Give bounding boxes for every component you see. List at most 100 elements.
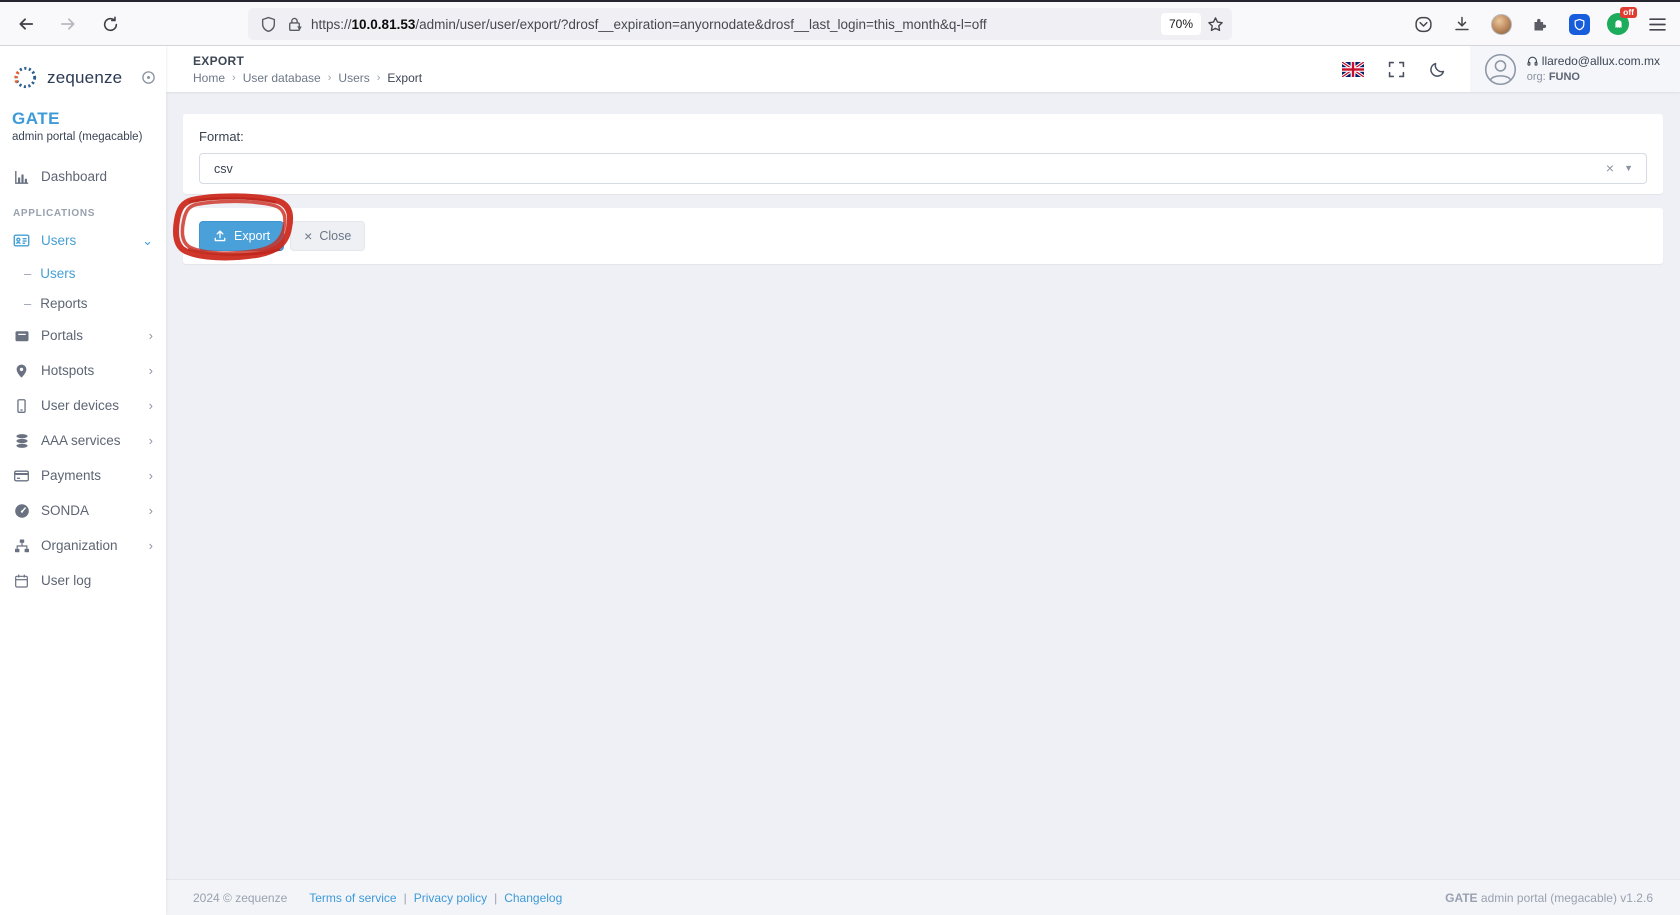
back-button[interactable] (10, 8, 42, 40)
sidebar-item-label: Users (41, 233, 76, 248)
hamburger-menu-icon (1649, 17, 1666, 32)
zequenze-logo-icon (12, 64, 39, 91)
user-info: llaredo@allux.com.mx org: FUNO (1527, 54, 1660, 84)
profile-extension-button[interactable] (1486, 9, 1516, 39)
map-pin-icon (13, 363, 30, 379)
sidebar-item-users-group[interactable]: Users ⌄ (0, 223, 166, 258)
sidebar-item-portals[interactable]: Portals › (0, 318, 166, 353)
pocket-icon (1414, 15, 1433, 34)
sitemap-icon (13, 538, 30, 554)
sidebar-item-label: Dashboard (41, 169, 107, 184)
sidebar-item-user-log[interactable]: User log (0, 563, 166, 598)
breadcrumb-users[interactable]: Users (338, 71, 369, 85)
breadcrumb-home[interactable]: Home (193, 71, 225, 85)
fullscreen-icon (1388, 61, 1405, 78)
extensions-button[interactable] (1525, 9, 1555, 39)
app-name: GATE (12, 109, 154, 129)
menu-button[interactable] (1642, 9, 1672, 39)
footer-separator: | (494, 891, 497, 905)
credit-card-icon (13, 468, 30, 484)
fullscreen-button[interactable] (1388, 61, 1405, 78)
bitwarden-shield-icon (1569, 14, 1590, 35)
sidebar-pin-icon[interactable] (141, 70, 156, 85)
chevron-right-icon: › (149, 503, 153, 518)
breadcrumb-separator: › (232, 72, 236, 84)
sidebar-item-hotspots[interactable]: Hotspots › (0, 353, 166, 388)
app-identity: GATE admin portal (megacable) (0, 99, 166, 143)
lock-warning-icon[interactable] (286, 16, 303, 33)
uk-flag-icon (1342, 62, 1364, 77)
breadcrumb-export: Export (387, 71, 422, 85)
language-flag-button[interactable] (1342, 62, 1364, 77)
format-select[interactable]: csv × ▼ (199, 153, 1647, 184)
url-host: 10.0.81.53 (352, 17, 416, 32)
sidebar-item-sonda[interactable]: SONDA › (0, 493, 166, 528)
sidebar-item-user-devices[interactable]: User devices › (0, 388, 166, 423)
nav-section-label: APPLICATIONS (0, 194, 166, 223)
header-title-block: EXPORT Home › User database › Users › Ex… (193, 54, 422, 85)
format-label: Format: (199, 129, 1647, 144)
header-actions: llaredo@allux.com.mx org: FUNO (1342, 46, 1680, 92)
reload-button[interactable] (94, 8, 126, 40)
shield-icon[interactable] (260, 16, 277, 33)
sidebar-item-payments[interactable]: Payments › (0, 458, 166, 493)
upload-icon (213, 229, 227, 243)
user-email: llaredo@allux.com.mx (1542, 54, 1660, 70)
pocket-button[interactable] (1408, 9, 1438, 39)
terms-link[interactable]: Terms of service (309, 891, 396, 905)
bitwarden-button[interactable] (1564, 9, 1594, 39)
toolbar-extensions-area: off (1408, 8, 1672, 40)
brand-row[interactable]: zequenze (0, 46, 166, 99)
calendar-icon (13, 573, 30, 589)
clear-selection-icon[interactable]: × (1606, 161, 1614, 175)
archive-box-icon (13, 328, 30, 344)
format-card: Format: csv × ▼ (183, 114, 1663, 194)
select-caret-icon[interactable]: ▼ (1624, 164, 1633, 173)
gauge-icon (13, 503, 30, 519)
page-title: EXPORT (193, 54, 422, 68)
dark-mode-button[interactable] (1429, 61, 1446, 78)
dash-icon: – (24, 296, 31, 311)
breadcrumb-user-database[interactable]: User database (243, 71, 321, 85)
chevron-right-icon: › (149, 468, 153, 483)
chevron-right-icon: › (149, 398, 153, 413)
sidebar-item-label: SONDA (41, 503, 89, 518)
privacy-link[interactable]: Privacy policy (414, 891, 487, 905)
url-bar[interactable]: https://10.0.81.53/admin/user/user/expor… (248, 8, 1232, 40)
sidebar-subitem-users[interactable]: – Users (0, 258, 166, 288)
forward-button[interactable] (52, 8, 84, 40)
sidebar-item-label: Portals (41, 328, 83, 343)
chevron-right-icon: › (149, 328, 153, 343)
close-button[interactable]: × Close (290, 221, 365, 251)
brand-name: zequenze (47, 68, 133, 88)
url-scheme: https:// (311, 17, 352, 32)
sidebar-item-label: Reports (40, 296, 87, 311)
user-avatar-icon (1484, 53, 1517, 86)
app-subtitle: admin portal (megacable) (12, 131, 154, 143)
chevron-right-icon: › (149, 538, 153, 553)
changelog-link[interactable]: Changelog (504, 891, 562, 905)
bookmark-star-icon[interactable] (1207, 16, 1224, 33)
page-zoom-badge[interactable]: 70% (1161, 13, 1201, 35)
sidebar-item-label: AAA services (41, 433, 121, 448)
extension-off-badge: off (1620, 7, 1637, 18)
browser-toolbar: https://10.0.81.53/admin/user/user/expor… (0, 2, 1680, 46)
sidebar-item-dashboard[interactable]: Dashboard (0, 159, 166, 194)
sidebar: zequenze GATE admin portal (megacable) D… (0, 46, 166, 915)
downloads-button[interactable] (1447, 9, 1477, 39)
sidebar-item-organization[interactable]: Organization › (0, 528, 166, 563)
sidebar-item-label: Payments (41, 468, 101, 483)
user-menu[interactable]: llaredo@allux.com.mx org: FUNO (1470, 46, 1680, 92)
chevron-right-icon: › (149, 363, 153, 378)
ghost-blocker-icon: off (1607, 13, 1629, 35)
headset-icon (1527, 56, 1538, 67)
version-rest: admin portal (megacable) v1.2.6 (1478, 891, 1653, 905)
breadcrumb-separator: › (328, 72, 332, 84)
export-button[interactable]: Export (199, 221, 284, 251)
smartphone-icon (13, 398, 30, 414)
url-text[interactable]: https://10.0.81.53/admin/user/user/expor… (311, 17, 1161, 32)
copyright-text: 2024 © zequenze (193, 891, 287, 905)
sidebar-subitem-reports[interactable]: – Reports (0, 288, 166, 318)
sidebar-item-aaa-services[interactable]: AAA services › (0, 423, 166, 458)
blocker-extension-button[interactable]: off (1603, 9, 1633, 39)
